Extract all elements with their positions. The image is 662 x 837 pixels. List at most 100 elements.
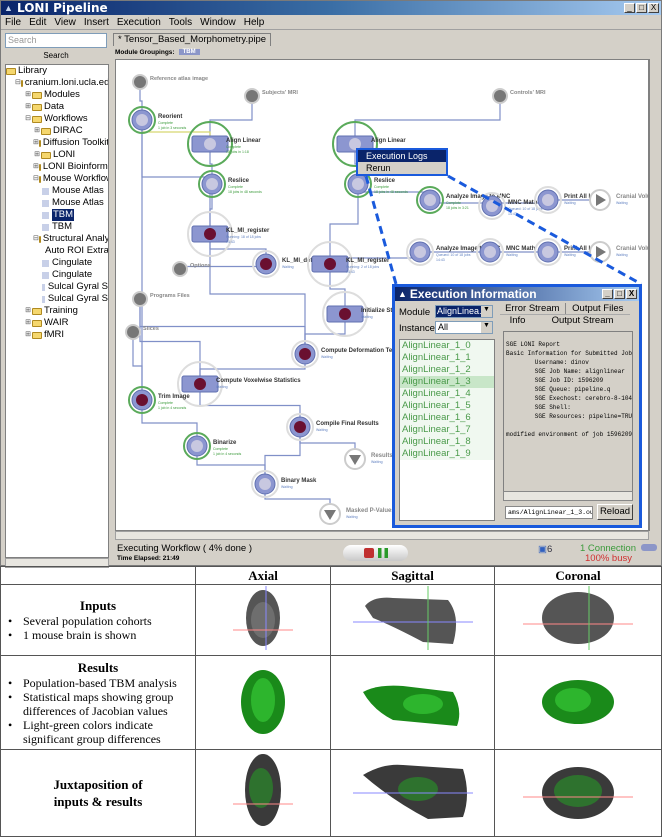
menu-window[interactable]: Window (200, 17, 236, 28)
instance-item[interactable]: AlignLinear_1_0 (400, 340, 494, 352)
stop-icon[interactable] (363, 548, 374, 558)
instance-item[interactable]: AlignLinear_1_4 (400, 388, 494, 400)
expand-toggle-icon[interactable]: ⊞ (24, 89, 32, 101)
tree-node[interactable]: Auto ROI Extraction (6, 245, 108, 257)
search-button[interactable]: Search (5, 49, 107, 63)
workflow-node[interactable]: Binary MaskWaiting (251, 470, 317, 498)
tree-node[interactable]: ⊟ Workflows (6, 113, 108, 125)
workflow-node[interactable]: Masked P-ValuesWaiting (319, 503, 395, 525)
canvas-vertical-scrollbar[interactable] (649, 59, 658, 531)
minimize-button[interactable]: _ (624, 3, 635, 13)
dialog-minimize-button[interactable]: _ (602, 289, 613, 299)
workflow-node[interactable]: ReorientComplete1 job in 3 seconds (128, 106, 186, 134)
expand-toggle-icon[interactable]: ⊟ (33, 173, 39, 185)
instance-item[interactable]: AlignLinear_1_2 (400, 364, 494, 376)
tree-node[interactable]: Mouse Atlas (6, 185, 108, 197)
maximize-button[interactable]: □ (636, 3, 647, 13)
tree-node[interactable]: ⊞ Training (6, 305, 108, 317)
tree-node[interactable]: Cingulate (6, 257, 108, 269)
menu-insert[interactable]: Insert (84, 17, 109, 28)
workflow-node[interactable]: MNC MathQueued: 10 of 18 jobs14:43 (478, 192, 543, 220)
menu-view[interactable]: View (54, 17, 76, 28)
workflow-node[interactable]: Options (172, 261, 211, 277)
tab-error-stream[interactable]: Error Stream (500, 303, 565, 314)
menu-item-rerun[interactable]: Rerun (358, 162, 446, 174)
expand-toggle-icon[interactable]: ⊞ (33, 149, 41, 161)
expand-toggle-icon[interactable]: ⊞ (33, 161, 39, 173)
tree-node[interactable]: ⊞ fMRI (6, 329, 108, 341)
expand-toggle-icon[interactable]: ⊞ (24, 317, 32, 329)
tree-node[interactable]: TBM (6, 209, 108, 221)
instance-item[interactable]: AlignLinear_1_8 (400, 436, 494, 448)
expand-toggle-icon[interactable]: ⊟ (33, 233, 39, 245)
tree-node[interactable]: TBM (6, 221, 108, 233)
tree-node[interactable]: Sulcal Gyral S (6, 293, 108, 305)
workflow-node[interactable]: ResliceComplete18 jobs in 48 seconds (198, 170, 262, 198)
workflow-node[interactable]: Trim ImageComplete1 job in 4 seconds (128, 386, 190, 414)
workflow-node[interactable]: Reference atlas image (132, 74, 208, 90)
tree-node[interactable]: Library (6, 65, 108, 77)
workflow-node[interactable]: Align LinearComplete18 jobs in 1:18 (187, 121, 261, 167)
tab-info[interactable]: Info (500, 315, 535, 326)
chevron-down-icon[interactable]: ▼ (481, 322, 492, 333)
workflow-node[interactable]: Controls' MRI (492, 88, 546, 104)
instance-item[interactable]: AlignLinear_1_1 (400, 352, 494, 364)
tab-output-stream[interactable]: Output Stream (535, 315, 630, 326)
expand-toggle-icon[interactable]: ⊞ (24, 101, 32, 113)
workflow-node[interactable]: KL_MI_registerRunning: 2 of 18 jobs14:43 (307, 241, 390, 287)
expand-toggle-icon[interactable]: ⊞ (33, 125, 41, 137)
tree-node[interactable]: Mouse Atlas (6, 197, 108, 209)
tree-node[interactable]: ⊞ Data (6, 101, 108, 113)
menu-help[interactable]: Help (244, 17, 265, 28)
expand-toggle-icon[interactable]: ⊟ (15, 77, 21, 89)
tab-output-files[interactable]: Output Files (564, 303, 631, 314)
workflow-node[interactable]: Cranial Volume NCWaiting (589, 241, 649, 263)
chevron-down-icon[interactable]: ▼ (481, 306, 492, 317)
tree-node[interactable]: ⊞ Modules (6, 89, 108, 101)
instances-select[interactable]: All ▼ (435, 321, 493, 334)
canvas-horizontal-scrollbar[interactable] (115, 531, 649, 540)
dialog-maximize-button[interactable]: □ (614, 289, 625, 299)
search-input[interactable]: Search (5, 33, 107, 48)
tree-node[interactable]: ⊞ Diffusion Toolkit (6, 137, 108, 149)
output-path-field[interactable]: ams/AlignLinear_1_3.out (505, 506, 593, 519)
tree-node[interactable]: ⊟Mouse Workflows (6, 173, 108, 185)
instance-item[interactable]: AlignLinear_1_6 (400, 412, 494, 424)
menu-file[interactable]: File (5, 17, 21, 28)
tree-node[interactable]: ⊞LONI Bioinformatics (6, 161, 108, 173)
workflow-node[interactable]: Programs Files (132, 291, 190, 307)
tree-node[interactable]: Sulcal Gyral S (6, 281, 108, 293)
tree-node[interactable]: ⊞ LONI (6, 149, 108, 161)
instance-item[interactable]: AlignLinear_1_9 (400, 448, 494, 460)
expand-toggle-icon[interactable]: ⊞ (24, 305, 32, 317)
pause-icon[interactable] (377, 548, 388, 558)
workflow-node[interactable]: BinarizeComplete1 job in 4 seconds (183, 432, 241, 460)
tree-node[interactable]: ⊞ WAIR (6, 317, 108, 329)
instance-item[interactable]: AlignLinear_1_3 (400, 376, 494, 388)
tree-node[interactable]: ⊟Structural Analysis (6, 233, 108, 245)
menu-edit[interactable]: Edit (29, 17, 46, 28)
expand-toggle-icon[interactable]: ⊞ (33, 137, 39, 149)
expand-toggle-icon[interactable]: ⊞ (24, 329, 32, 341)
workflow-node[interactable]: Cranial Volume SubjectsWaiting (589, 189, 649, 211)
menu-item-execution-logs[interactable]: Execution Logs (358, 150, 446, 162)
menu-tools[interactable]: Tools (169, 17, 192, 28)
tree-node[interactable]: ⊟ cranium.loni.ucla.edu (6, 77, 108, 89)
workflow-node[interactable]: ResultsWaiting (344, 448, 393, 470)
reload-button[interactable]: Reload (597, 504, 633, 520)
expand-toggle-icon[interactable]: ⊟ (24, 113, 32, 125)
dialog-close-button[interactable]: X (626, 289, 637, 299)
tree-node[interactable]: ⊞ DIRAC (6, 125, 108, 137)
tab-tensor-based-morphometry[interactable]: * Tensor_Based_Morphometry.pipe (113, 33, 272, 46)
connection-icon[interactable] (641, 544, 657, 551)
instance-item[interactable]: AlignLinear_1_5 (400, 400, 494, 412)
module-select[interactable]: AlignLinea... ▼ (435, 305, 493, 318)
menu-execution[interactable]: Execution (117, 17, 161, 28)
tree-node[interactable]: Cingulate (6, 269, 108, 281)
grouping-tbm[interactable]: TBM (178, 49, 200, 55)
log-horizontal-scrollbar[interactable] (503, 491, 633, 501)
workflow-node[interactable]: Compile Final ResultsWaiting (286, 413, 379, 441)
instance-item[interactable]: AlignLinear_1_7 (400, 424, 494, 436)
workflow-node[interactable]: Subjects' MRI (244, 88, 298, 104)
close-button[interactable]: X (648, 3, 659, 13)
